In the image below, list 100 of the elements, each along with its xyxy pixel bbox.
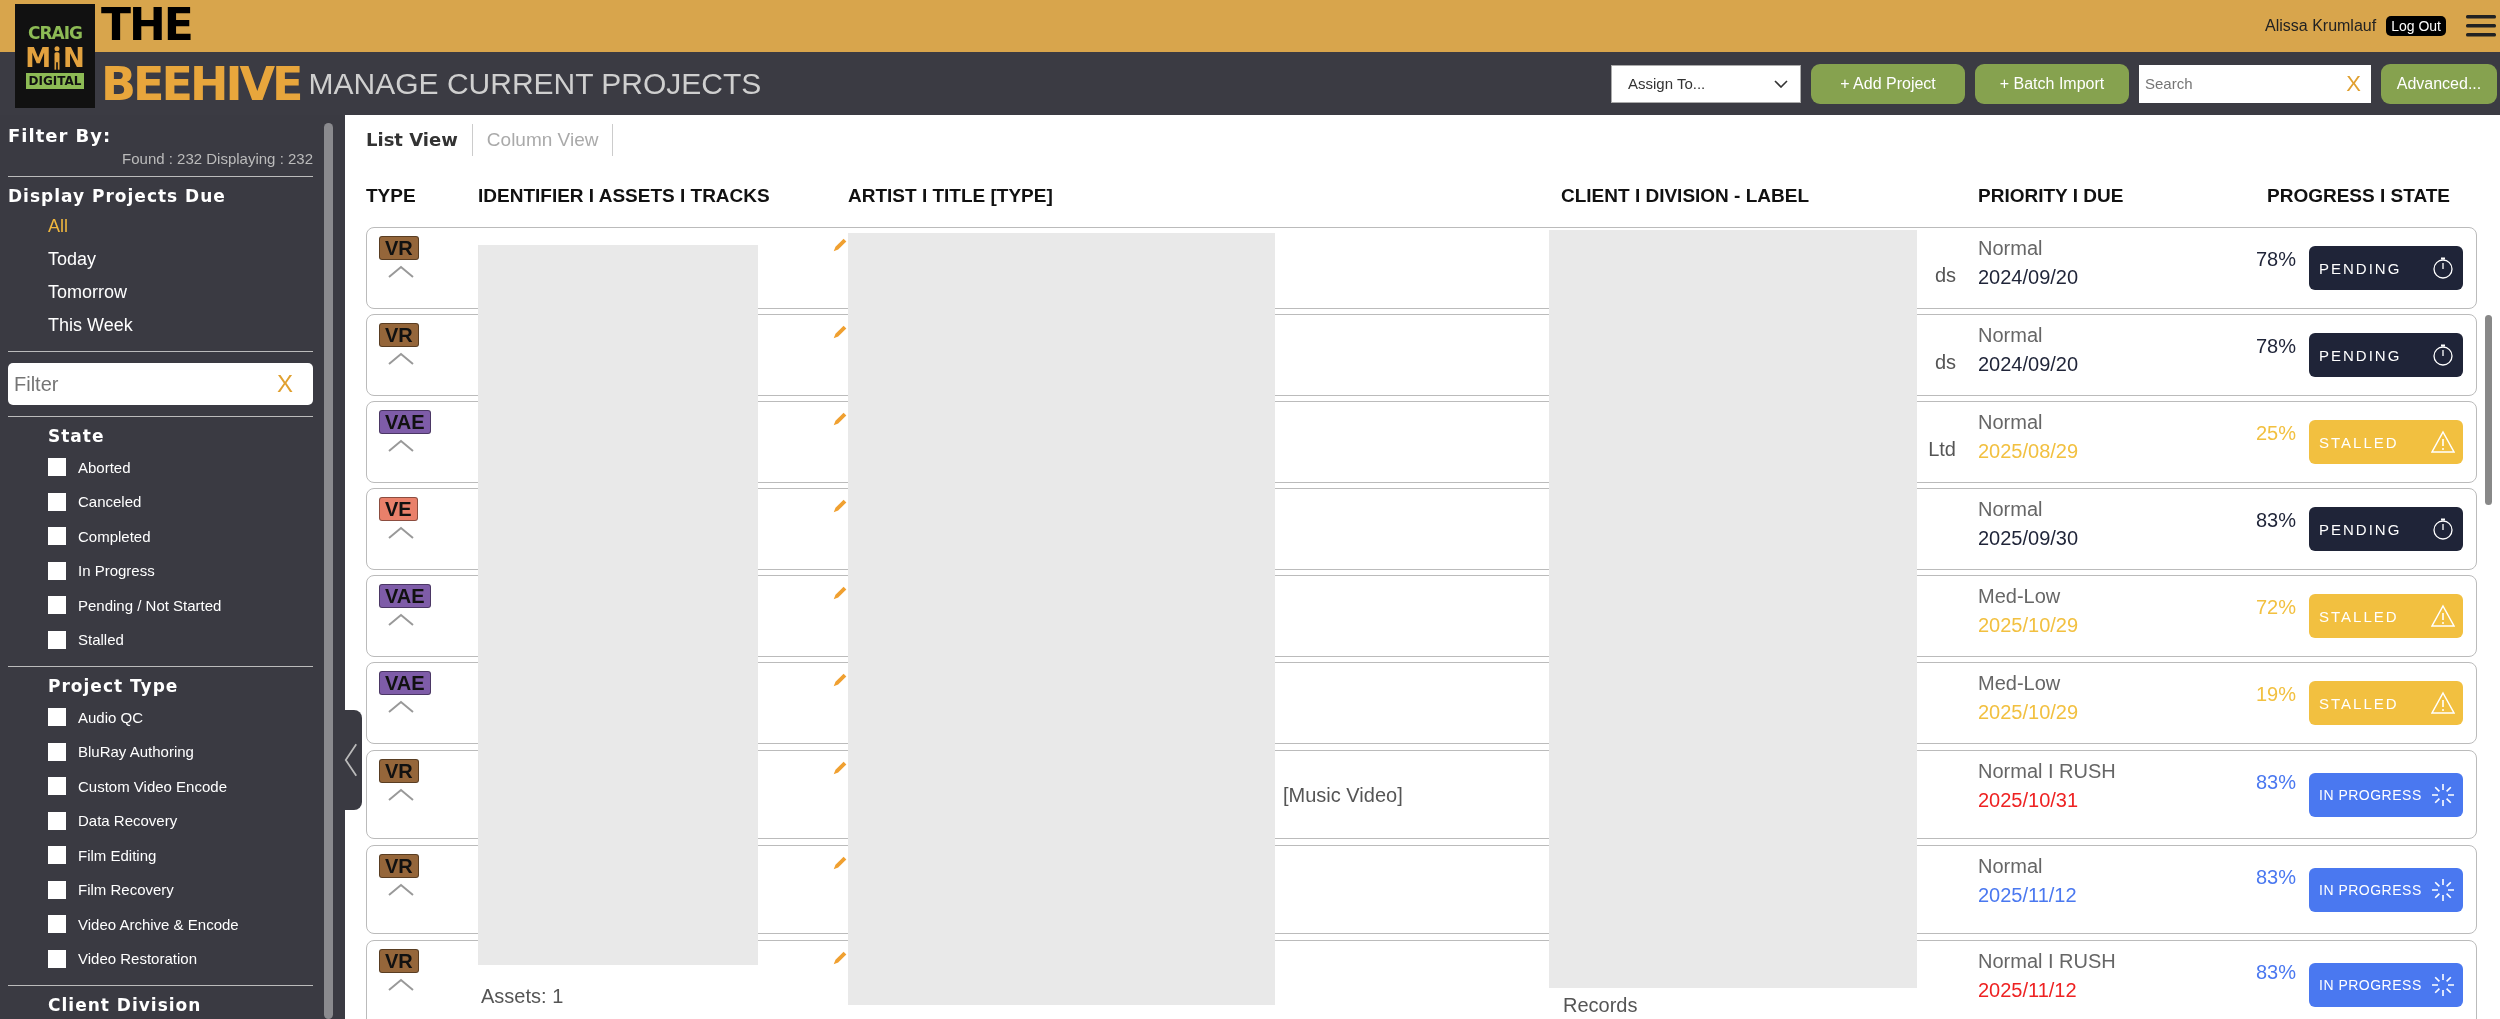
priority-text: Normal [1978,854,2044,879]
progress-percent: 83% [2255,771,2296,795]
checkbox[interactable] [48,527,66,546]
pencil-icon[interactable] [831,949,849,967]
checkbox-label[interactable]: Data Recovery [78,812,178,830]
due-date: 2024/09/20 [1978,265,2080,290]
checkbox[interactable] [48,742,66,761]
pencil-icon[interactable] [831,671,849,689]
column-header: TYPE [366,185,417,207]
due-filter-option[interactable]: Tomorrow [48,276,313,309]
client-text: Ltd [1928,438,1956,461]
checkbox-label[interactable]: BluRay Authoring [78,743,194,761]
pencil-icon[interactable] [831,854,849,872]
app-title: BEEHIVE [101,56,301,111]
checkbox-label[interactable]: Film Recovery [78,881,174,899]
type-badge: VAE [379,584,431,608]
stopwatch-icon [2431,256,2455,280]
due-date: 2024/09/20 [1978,352,2080,377]
due-filter-option[interactable]: All [48,210,313,243]
logo-text: N [63,43,85,73]
pencil-icon[interactable] [831,584,849,602]
type-badge: VR [379,949,419,973]
progress-percent: 78% [2255,248,2296,272]
checkbox-label[interactable]: Video Restoration [78,950,197,968]
progress-percent: 83% [2255,509,2296,533]
checkbox[interactable] [48,561,66,580]
due-filter-option[interactable]: Today [48,243,313,276]
chevron-up-icon[interactable] [387,700,415,714]
state-badge: PENDING [2309,246,2463,290]
section-heading: Client Division [48,995,203,1015]
type-badge: VR [379,759,419,783]
checkbox[interactable] [48,630,66,649]
logo-text: DIGITAL [25,73,85,89]
state-badge: STALLED [2309,594,2463,638]
checkbox-label[interactable]: Aborted [78,458,131,476]
menu-icon[interactable] [2466,14,2496,38]
checkbox-label[interactable]: Stalled [78,631,124,649]
checkbox-label[interactable]: Pending / Not Started [78,596,222,614]
pencil-icon[interactable] [831,236,849,254]
warning-icon [2431,604,2455,628]
assign-dropdown[interactable]: Assign To... [1611,64,1801,103]
due-filter-option[interactable]: This Week [48,309,313,342]
priority-text: Med-Low [1978,584,2062,609]
checkbox-label[interactable]: In Progress [78,562,155,580]
pencil-icon[interactable] [831,497,849,515]
checkbox-label[interactable]: Completed [78,527,151,545]
progress-percent: 78% [2255,335,2296,359]
chevron-down-icon[interactable] [1774,79,1788,88]
pencil-icon[interactable] [831,410,849,428]
chevron-up-icon[interactable] [387,613,415,627]
state-badge: STALLED [2309,420,2463,464]
checkbox[interactable] [48,915,66,934]
view-tab[interactable]: List View [366,124,473,156]
checkbox[interactable] [48,777,66,796]
chevron-up-icon[interactable] [387,788,415,802]
type-badge: VR [379,323,419,347]
scrollbar[interactable] [2485,315,2492,505]
chevron-up-icon[interactable] [387,439,415,453]
checkbox[interactable] [48,880,66,899]
due-date: 2025/11/12 [1978,883,2078,908]
app-title: THE [101,0,193,52]
type-badge: VR [379,236,419,260]
chevron-up-icon[interactable] [387,978,415,992]
logout-button[interactable]: Log Out [2386,16,2446,36]
chevron-up-icon[interactable] [387,352,415,366]
checkbox[interactable] [48,811,66,830]
pencil-icon[interactable] [831,323,849,341]
priority-text: Normal [1978,497,2044,522]
checkbox[interactable] [48,708,66,727]
checkbox[interactable] [48,458,66,477]
title-type-text: [Music Video] [1283,784,1403,807]
figure-icon [52,44,63,72]
user-name: Alissa Krumlauf [2265,17,2377,35]
checkbox-label[interactable]: Canceled [78,493,142,511]
warning-icon [2431,430,2455,454]
column-header: PRIORITY I DUE [1977,185,2125,207]
checkbox-label[interactable]: Custom Video Encode [78,777,227,795]
checkbox-label[interactable]: Film Editing [78,846,157,864]
stopwatch-icon [2431,343,2455,367]
checkbox[interactable] [48,846,66,865]
progress-percent: 72% [2255,596,2296,620]
checkbox[interactable] [48,596,66,615]
progress-percent: 83% [2255,866,2296,890]
chevron-up-icon[interactable] [387,883,415,897]
pencil-icon[interactable] [831,759,849,777]
scrollbar[interactable] [324,123,333,1019]
stopwatch-icon [2431,517,2455,541]
sidebar-title: Filter By: [8,125,113,146]
checkbox[interactable] [48,949,66,968]
column-header: ARTIST I TITLE [TYPE] [847,185,1054,207]
priority-text: Normal I RUSH [1978,759,2117,784]
checkbox-label[interactable]: Audio QC [78,708,144,726]
chevron-up-icon[interactable] [387,265,415,279]
checkbox-label[interactable]: Video Archive & Encode [78,915,239,933]
result-count: Found : 232 Displaying : 232 [122,150,313,167]
checkbox[interactable] [48,492,66,511]
due-date: 2025/10/29 [1978,613,2080,638]
due-date: 2025/10/29 [1978,700,2080,725]
client-text: ds [1934,264,1956,287]
chevron-up-icon[interactable] [387,526,415,540]
